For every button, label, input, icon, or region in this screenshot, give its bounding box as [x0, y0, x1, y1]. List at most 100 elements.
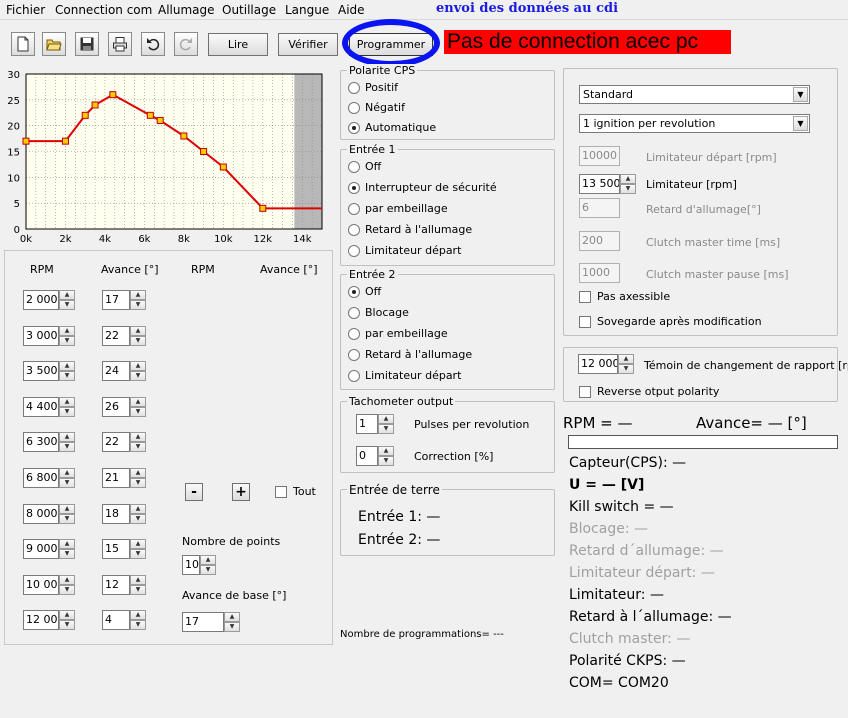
stepper-arrows[interactable]: ▲ ▼: [59, 468, 75, 488]
avance-stepper[interactable]: 22 ▲ ▼: [102, 432, 146, 452]
avance-stepper[interactable]: 21 ▲ ▼: [102, 468, 146, 488]
rpm-stepper[interactable]: 6 300 ▲ ▼: [23, 432, 75, 452]
stepper-arrows[interactable]: ▲ ▼: [59, 397, 75, 417]
avance-field[interactable]: 26: [102, 397, 130, 417]
remove-point-button[interactable]: -: [185, 483, 203, 501]
stepper-arrows[interactable]: ▲ ▼: [59, 290, 75, 310]
rpm-field[interactable]: 6 300: [23, 432, 59, 452]
lim-depart-field[interactable]: 10000: [579, 146, 620, 166]
rpm-stepper[interactable]: 2 000 ▲ ▼: [23, 290, 75, 310]
stepper-arrows[interactable]: ▲ ▼: [59, 610, 75, 630]
stepper-arrows[interactable]: ▲ ▼: [59, 432, 75, 452]
rpm-field[interactable]: 2 000: [23, 290, 59, 310]
stepper-arrows[interactable]: ▲ ▼: [59, 361, 75, 381]
stepper-arrows[interactable]: ▲ ▼: [130, 290, 146, 310]
stepper-arrows[interactable]: ▲ ▼: [224, 612, 240, 632]
rpm-stepper[interactable]: 10 000▲▼: [23, 575, 75, 595]
mode-select[interactable]: Standard ▼: [579, 85, 810, 104]
avance-stepper[interactable]: 12 ▲ ▼: [102, 575, 146, 595]
polarite-automatique-radio[interactable]: Automatique: [348, 121, 436, 134]
stepper-arrows[interactable]: ▲ ▼: [59, 504, 75, 524]
entree2-limitateur-radio[interactable]: Limitateur départ: [348, 369, 461, 382]
limitateur-stepper[interactable]: 13 500 ▲ ▼: [579, 174, 636, 194]
rpm-field[interactable]: 10 000: [23, 575, 59, 595]
rpm-stepper[interactable]: 3 000 ▲ ▼: [23, 326, 75, 346]
entree2-embeillage-radio[interactable]: par embeillage: [348, 327, 448, 340]
chevron-down-icon[interactable]: ▼: [793, 116, 808, 131]
rpm-stepper[interactable]: 6 800 ▲ ▼: [23, 468, 75, 488]
pas-access-checkbox[interactable]: Pas axessible: [579, 290, 670, 303]
avance-stepper[interactable]: 24 ▲ ▼: [102, 361, 146, 381]
entree1-retard-radio[interactable]: Retard à l'allumage: [348, 223, 472, 236]
nb-points-field[interactable]: 10: [182, 555, 200, 575]
avance-stepper[interactable]: 17 ▲ ▼: [102, 290, 146, 310]
add-point-button[interactable]: +: [232, 483, 250, 501]
stepper-arrows[interactable]: ▲ ▼: [130, 539, 146, 559]
stepper-arrows[interactable]: ▲ ▼: [130, 504, 146, 524]
menu-outillage[interactable]: Outillage: [222, 3, 276, 17]
avance-field[interactable]: 21: [102, 468, 130, 488]
stepper-arrows[interactable]: ▲ ▼: [59, 326, 75, 346]
entree2-blocage-radio[interactable]: Blocage: [348, 306, 409, 319]
nb-points-stepper[interactable]: 10 ▲ ▼: [182, 555, 216, 575]
rpm-field[interactable]: 6 800: [23, 468, 59, 488]
open-button[interactable]: [42, 32, 66, 56]
ignition-curve-chart[interactable]: 0 5 10 15 20 25 30 0k 2k 4k 6k 8k 10k 12k 14k: [0, 66, 334, 246]
clutch-time-field[interactable]: 200: [579, 231, 620, 251]
retard-field-wrap[interactable]: 6: [579, 198, 620, 218]
avance-field[interactable]: 22: [102, 326, 130, 346]
tout-checkbox[interactable]: Tout: [275, 485, 316, 498]
stepper-arrows[interactable]: ▲ ▼: [130, 610, 146, 630]
stepper-arrows[interactable]: ▲ ▼: [618, 354, 634, 374]
avance-stepper[interactable]: 18 ▲ ▼: [102, 504, 146, 524]
retard-field[interactable]: 6: [579, 198, 620, 218]
avance-field[interactable]: 17: [102, 290, 130, 310]
rpm-stepper[interactable]: 9 000 ▲ ▼: [23, 539, 75, 559]
entree1-interrupteur-radio[interactable]: Interrupteur de sécurité: [348, 181, 497, 194]
rpm-stepper[interactable]: 3 500 ▲ ▼: [23, 361, 75, 381]
rpm-field[interactable]: 3 500: [23, 361, 59, 381]
rpm-field[interactable]: 3 000: [23, 326, 59, 346]
avance-stepper[interactable]: 4 ▲ ▼: [102, 610, 146, 630]
avance-field[interactable]: 18: [102, 504, 130, 524]
clutch-pause-field-wrap[interactable]: 1000: [579, 263, 620, 283]
clutch-pause-field[interactable]: 1000: [579, 263, 620, 283]
lim-depart-field-wrap[interactable]: 10000: [579, 146, 620, 166]
redo-button[interactable]: [174, 32, 198, 56]
avance-stepper[interactable]: 15 ▲ ▼: [102, 539, 146, 559]
stepper-arrows[interactable]: ▲ ▼: [59, 575, 75, 595]
menu-fichier[interactable]: Fichier: [6, 3, 45, 17]
menu-aide[interactable]: Aide: [338, 3, 365, 17]
pulses-stepper[interactable]: 1 ▲ ▼: [356, 414, 394, 434]
entree1-embeillage-radio[interactable]: par embeillage: [348, 202, 448, 215]
stepper-arrows[interactable]: ▲ ▼: [378, 414, 394, 434]
rpm-stepper[interactable]: 8 000 ▲ ▼: [23, 504, 75, 524]
pulses-field[interactable]: 1: [356, 414, 378, 434]
chevron-down-icon[interactable]: ▼: [793, 87, 808, 102]
sovegarde-checkbox[interactable]: Sovegarde après modification: [579, 315, 762, 328]
undo-button[interactable]: [141, 32, 165, 56]
stepper-arrows[interactable]: ▲ ▼: [130, 468, 146, 488]
stepper-arrows[interactable]: ▲ ▼: [130, 326, 146, 346]
rpm-stepper[interactable]: 12 000▲▼: [23, 610, 75, 630]
polarite-negatif-radio[interactable]: Négatif: [348, 101, 405, 114]
stepper-arrows[interactable]: ▲ ▼: [620, 174, 636, 194]
avance-base-field[interactable]: 17: [182, 612, 224, 632]
menu-langue[interactable]: Langue: [285, 3, 329, 17]
stepper-arrows[interactable]: ▲ ▼: [130, 397, 146, 417]
avance-field[interactable]: 12: [102, 575, 130, 595]
shift-stepper[interactable]: 12 000 ▲ ▼: [578, 354, 634, 374]
lire-button[interactable]: Lire: [208, 33, 268, 56]
avance-base-stepper[interactable]: 17 ▲ ▼: [182, 612, 240, 632]
avance-field[interactable]: 4: [102, 610, 130, 630]
stepper-arrows[interactable]: ▲ ▼: [200, 555, 216, 575]
stepper-arrows[interactable]: ▲ ▼: [378, 446, 394, 466]
correction-field[interactable]: 0: [356, 446, 378, 466]
reverse-polarity-checkbox[interactable]: Reverse otput polarity: [579, 385, 719, 398]
rpm-field[interactable]: 12 000: [23, 610, 59, 630]
print-button[interactable]: [108, 32, 132, 56]
avance-field[interactable]: 22: [102, 432, 130, 452]
avance-field[interactable]: 24: [102, 361, 130, 381]
stepper-arrows[interactable]: ▲ ▼: [59, 539, 75, 559]
rpm-field[interactable]: 8 000: [23, 504, 59, 524]
